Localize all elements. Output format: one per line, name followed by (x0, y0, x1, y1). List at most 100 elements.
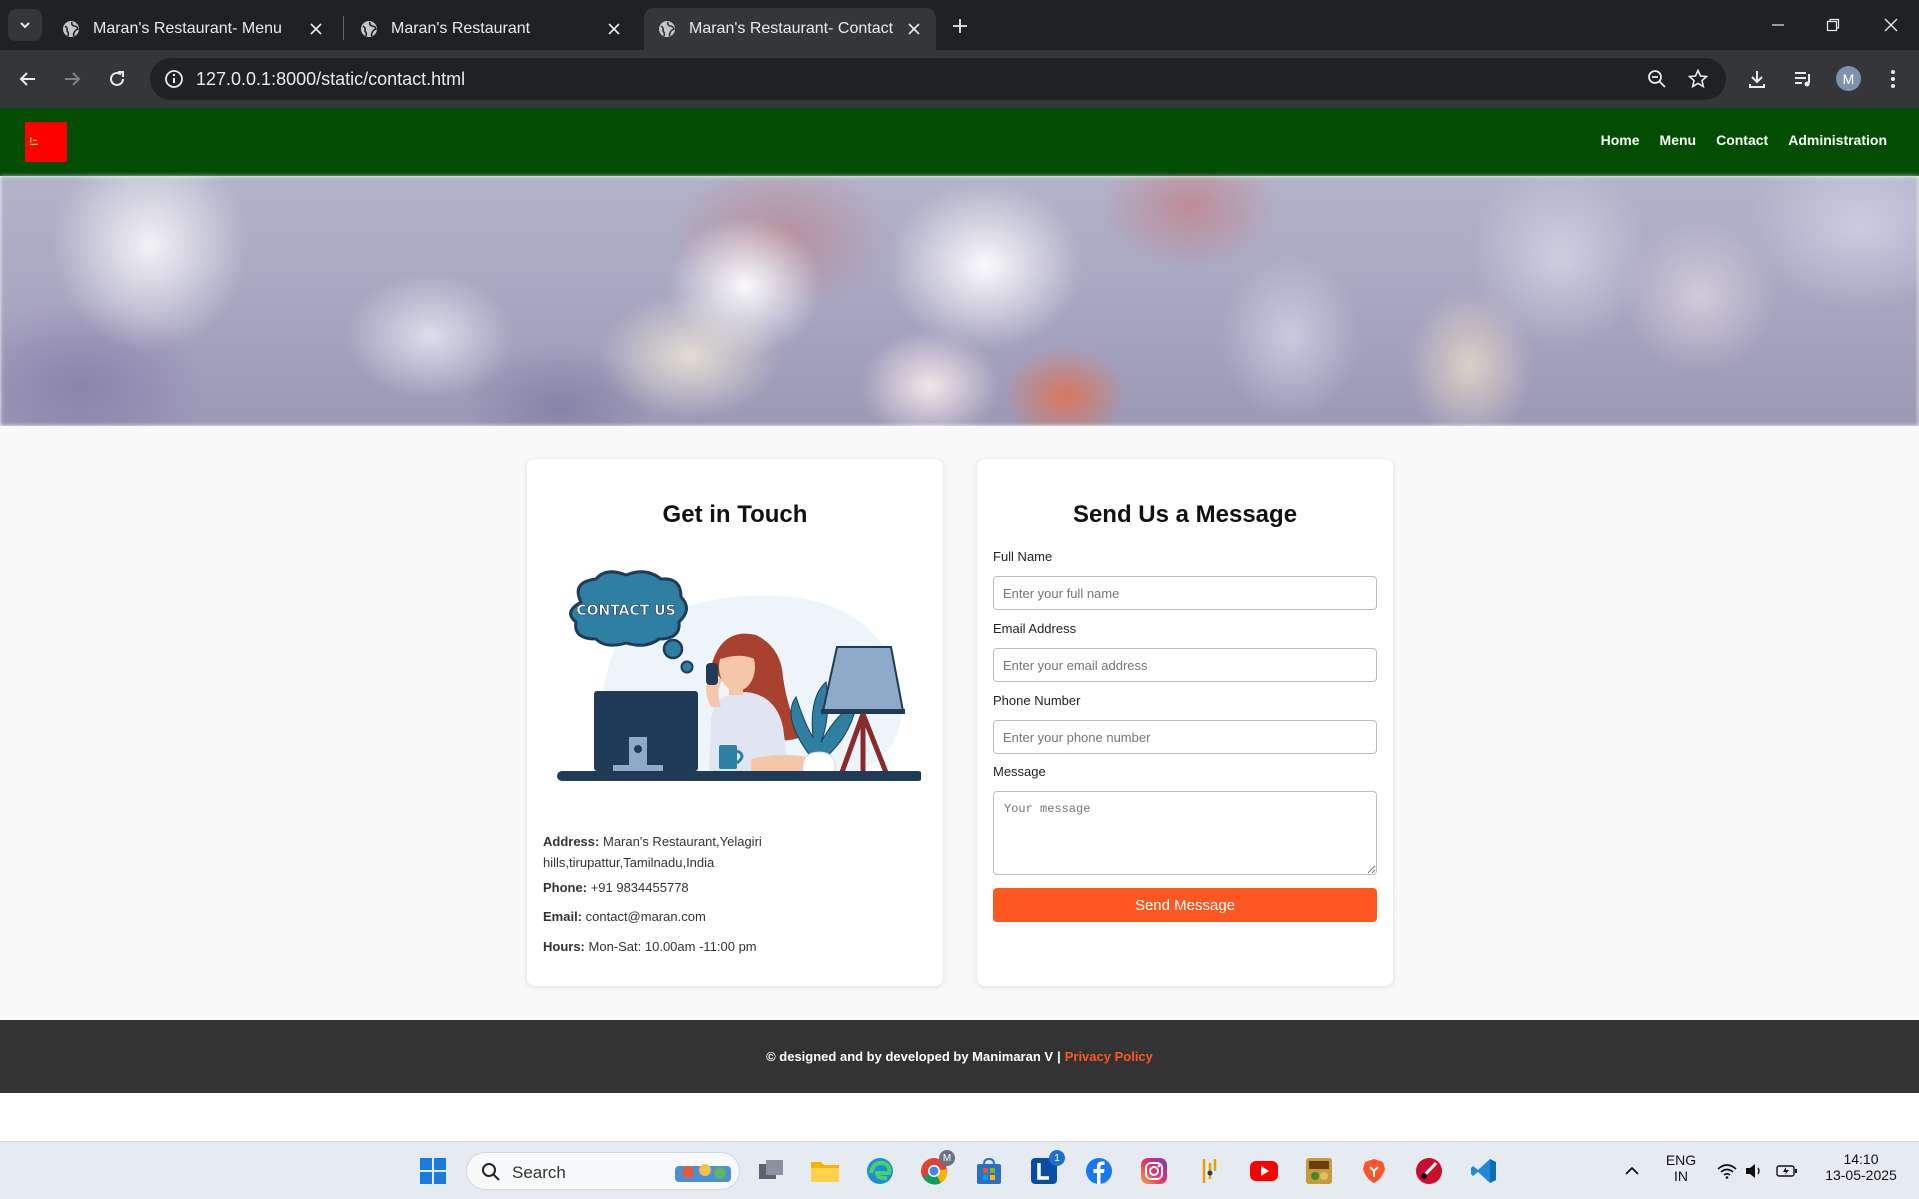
tab-menu[interactable]: Maran's Restaurant- Menu (48, 8, 338, 50)
clock-time: 14:10 (1843, 1151, 1879, 1167)
battery-icon[interactable] (1770, 1154, 1804, 1188)
tab-contact[interactable]: Maran's Restaurant- Contact Us (644, 8, 936, 50)
download-icon[interactable] (1742, 64, 1772, 94)
hero-banner-image (0, 176, 1919, 426)
volume-icon[interactable] (1737, 1154, 1771, 1188)
close-tab-icon[interactable] (906, 21, 922, 37)
show-hidden-icons[interactable] (1615, 1154, 1649, 1188)
email-label: Email: (543, 909, 583, 924)
fullname-input[interactable] (993, 576, 1377, 610)
back-button[interactable] (12, 63, 44, 95)
phone-value: +91 9834455778 (590, 880, 689, 895)
tab-title: Maran's Restaurant- Menu (93, 20, 282, 37)
site-info-icon[interactable] (162, 67, 186, 91)
message-form-card: Send Us a Message Full Name Email Addres… (977, 459, 1393, 986)
minimize-button[interactable] (1763, 10, 1793, 40)
reload-button[interactable] (101, 63, 133, 95)
phone-label: Phone: (543, 880, 588, 895)
hours-value: Mon-Sat: 10.00am -11:00 pm (588, 939, 757, 954)
tab-title: Maran's Restaurant (391, 20, 531, 37)
message-form-title: Send Us a Message (1072, 501, 1298, 528)
browser-toolbar: 127.0.0.1:8000/static/contact.html M (0, 50, 1919, 108)
contact-section: Get in Touch CONTACT US Address: Maran's… (0, 426, 1919, 1020)
vscode-icon[interactable] (1467, 1154, 1501, 1188)
email-block: Email: contact@maran.com (543, 906, 803, 927)
address-label: Address: (543, 834, 600, 849)
facebook-icon[interactable] (1082, 1154, 1116, 1188)
email-input[interactable] (993, 648, 1377, 682)
tab-home[interactable]: Maran's Restaurant (346, 8, 636, 50)
tab-title: Maran's Restaurant- Contact Us (689, 20, 898, 37)
taskbar-search[interactable]: Search (466, 1152, 740, 1190)
zoom-icon[interactable] (1645, 67, 1669, 91)
globe-icon (63, 21, 80, 37)
arrow-right-icon (65, 72, 81, 86)
nav-contact-link[interactable]: Contact (1716, 132, 1768, 148)
close-tab-icon[interactable] (606, 21, 622, 37)
footer-separator: | (1057, 1049, 1061, 1064)
chrome-profile-badge: M (939, 1150, 955, 1166)
contact-us-illustration: CONTACT US (557, 570, 921, 781)
restore-button[interactable] (1818, 10, 1848, 40)
message-textarea[interactable] (993, 791, 1377, 875)
email-value: contact@maran.com (585, 909, 706, 924)
windows-taskbar: Search M 1 ENG IN 14:10 13-05-2025 (0, 1141, 1919, 1199)
media-controls-icon[interactable] (1788, 64, 1818, 94)
address-block: Address: Maran's Restaurant,Yelagiri hil… (543, 831, 803, 873)
task-view-icon[interactable] (754, 1154, 788, 1188)
site-footer: © designed and by developed by Manimaran… (0, 1020, 1919, 1093)
phone-label: Phone Number (993, 693, 1081, 708)
send-message-button[interactable]: Send Message (993, 888, 1377, 922)
new-tab-button[interactable] (946, 12, 974, 40)
lang-code: ENG (1665, 1152, 1697, 1168)
minimize-icon (1772, 24, 1784, 26)
microsoft-store-icon[interactable] (972, 1154, 1006, 1188)
globe-icon (659, 21, 676, 37)
close-window-button[interactable] (1876, 10, 1906, 40)
chevron-down-icon (20, 22, 30, 29)
edge-browser-icon[interactable] (863, 1154, 897, 1188)
bubble-text: CONTACT US (576, 603, 675, 619)
contact-info-title: Get in Touch (662, 501, 808, 528)
instagram-icon[interactable] (1137, 1154, 1171, 1188)
profile-avatar[interactable]: M (1836, 66, 1861, 91)
clock[interactable]: 14:10 13-05-2025 (1814, 1151, 1908, 1183)
nav-administration-link[interactable]: Administration (1788, 132, 1887, 148)
red-app-icon[interactable] (1412, 1154, 1446, 1188)
phone-input[interactable] (993, 720, 1377, 754)
game-app-icon[interactable] (1302, 1154, 1336, 1188)
language-indicator[interactable]: ENG IN (1658, 1152, 1704, 1184)
brave-browser-icon[interactable] (1357, 1154, 1391, 1188)
forward-button[interactable] (56, 63, 88, 95)
close-tab-icon[interactable] (308, 21, 324, 37)
more-options-icon[interactable] (1878, 64, 1908, 94)
region-code: IN (1674, 1168, 1688, 1184)
nav-home-link[interactable]: Home (1601, 132, 1640, 148)
fullname-label: Full Name (993, 549, 1053, 564)
file-explorer-icon[interactable] (808, 1154, 842, 1188)
linkedin-learning-icon[interactable]: 1 (1027, 1150, 1065, 1188)
windows-start-icon[interactable] (416, 1154, 450, 1188)
tab-search-button[interactable] (8, 9, 42, 41)
chrome-icon[interactable]: M (917, 1150, 955, 1188)
address-bar[interactable]: 127.0.0.1:8000/static/contact.html (150, 58, 1726, 100)
privacy-policy-link[interactable]: Privacy Policy (1065, 1049, 1153, 1064)
arrow-left-icon (19, 72, 35, 86)
restore-icon (1826, 18, 1840, 32)
close-icon (1884, 18, 1898, 32)
main-nav: Home Menu Contact Administration (1581, 132, 1887, 148)
url-text: 127.0.0.1:8000/static/contact.html (196, 69, 466, 89)
youtube-icon[interactable] (1247, 1154, 1281, 1188)
page-viewport: ▌▬ ▬▬ Home Menu Contact Administration Ge… (0, 108, 1919, 1141)
hours-block: Hours: Mon-Sat: 10.00am -11:00 pm (543, 936, 803, 957)
message-label: Message (993, 764, 1046, 779)
bookmark-star-icon[interactable] (1686, 67, 1710, 91)
footer-credit: © designed and by developed by Manimaran… (766, 1049, 1054, 1064)
search-icon (482, 1163, 500, 1181)
globe-icon (361, 21, 378, 37)
browser-tab-bar: Maran's Restaurant- Menu Maran's Restaur… (0, 0, 1919, 50)
search-highlight-icon (675, 1164, 731, 1182)
git-tool-icon[interactable] (1192, 1154, 1226, 1188)
restaurant-logo[interactable]: ▌▬ ▬▬ (25, 122, 67, 162)
nav-menu-link[interactable]: Menu (1660, 132, 1697, 148)
